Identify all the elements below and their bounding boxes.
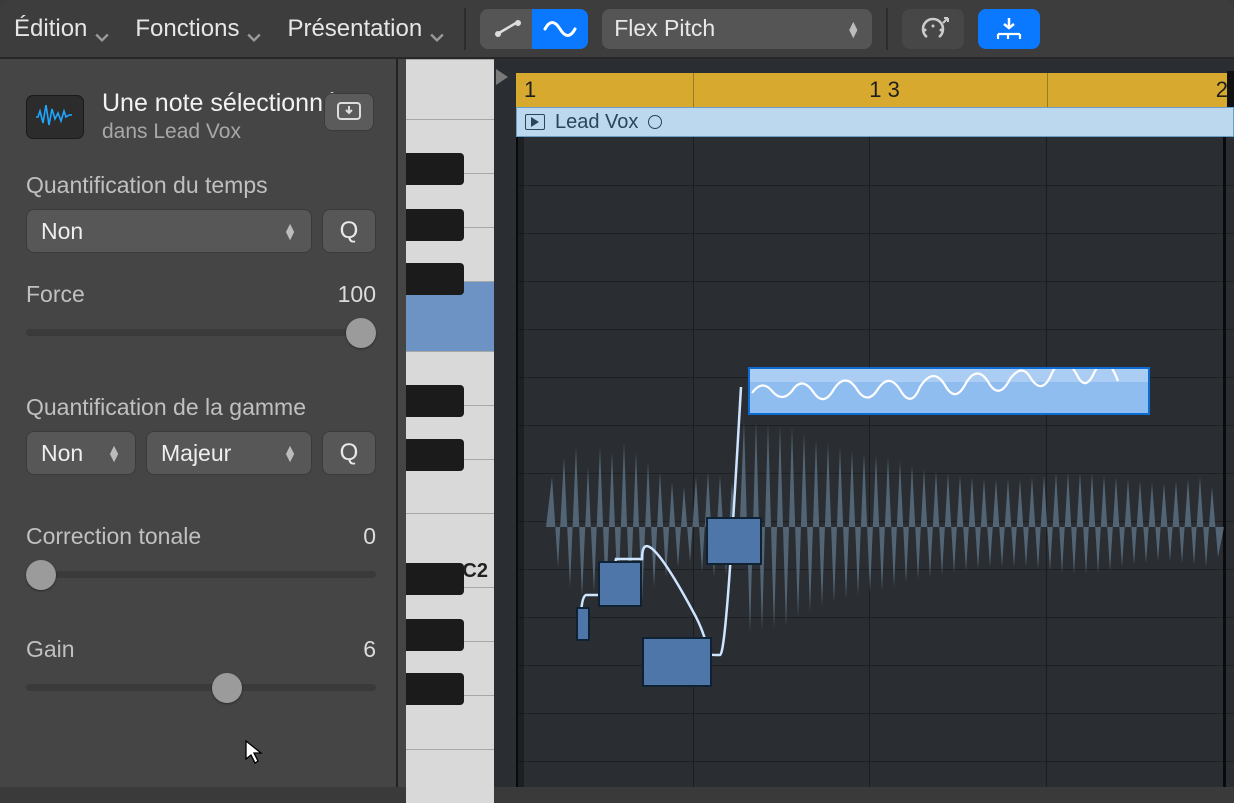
separator bbox=[464, 8, 466, 50]
octave-label: C2 bbox=[462, 560, 488, 583]
pitch-correction-value: 0 bbox=[363, 523, 376, 550]
force-value: 100 bbox=[338, 281, 376, 308]
inspector-download-button[interactable] bbox=[324, 93, 374, 131]
pitch-correction-label: Correction tonale bbox=[26, 523, 201, 550]
catch-playhead-icon bbox=[994, 16, 1024, 42]
chevron-down-icon bbox=[247, 22, 261, 36]
piano-black-key[interactable] bbox=[406, 209, 464, 241]
play-icon[interactable] bbox=[525, 114, 545, 130]
flex-mode-label: Flex Pitch bbox=[614, 15, 715, 42]
pitch-correction-slider[interactable] bbox=[26, 560, 376, 588]
editor-toolbar: Édition Fonctions Présentation Flex Pitc… bbox=[0, 0, 1234, 59]
pitch-note[interactable] bbox=[598, 561, 642, 607]
note-waveform bbox=[750, 369, 1148, 413]
flex-pitch-editor[interactable]: 1 1 3 2 Lead Vox bbox=[494, 59, 1234, 787]
menu-edit[interactable]: Édition bbox=[8, 11, 115, 47]
piano-black-key[interactable] bbox=[406, 439, 464, 471]
midi-out-button[interactable] bbox=[902, 9, 964, 49]
region-name: Lead Vox bbox=[555, 111, 638, 134]
loop-icon[interactable] bbox=[648, 115, 662, 129]
piano-black-key[interactable] bbox=[406, 153, 464, 185]
timeline-ruler[interactable]: 1 1 3 2 bbox=[516, 73, 1234, 107]
time-quantize-label: Quantification du temps bbox=[26, 172, 376, 199]
scale-quantize-label: Quantification de la gamme bbox=[26, 394, 376, 421]
flex-icon bbox=[543, 19, 577, 39]
inspector-panel: Une note sélectionnée dans Lead Vox Quan… bbox=[0, 59, 398, 787]
scale-mode-select[interactable]: Majeur ▲▼ bbox=[146, 431, 312, 475]
ruler-marker: 1 3 bbox=[869, 77, 900, 103]
scale-quantize-button[interactable]: Q bbox=[322, 431, 376, 475]
pitch-note[interactable] bbox=[706, 517, 762, 565]
pitch-note[interactable] bbox=[642, 637, 712, 687]
time-quantize-value: Non bbox=[41, 218, 83, 245]
piano-white-key[interactable] bbox=[406, 749, 494, 803]
gain-slider[interactable] bbox=[26, 673, 376, 701]
scale-key-select[interactable]: Non ▲▼ bbox=[26, 431, 136, 475]
time-quantize-select[interactable]: Non ▲▼ bbox=[26, 209, 312, 253]
menu-edit-label: Édition bbox=[14, 15, 87, 43]
chevron-down-icon bbox=[95, 22, 109, 36]
piano-black-key[interactable] bbox=[406, 673, 464, 705]
catch-playhead-button[interactable] bbox=[978, 9, 1040, 49]
mouse-cursor-icon bbox=[244, 739, 264, 765]
automation-toggle[interactable] bbox=[480, 9, 536, 49]
flex-toggle[interactable] bbox=[532, 9, 588, 49]
stepper-icon: ▲▼ bbox=[107, 445, 121, 461]
ruler-marker: 1 bbox=[524, 77, 536, 103]
scale-mode-value: Majeur bbox=[161, 440, 231, 467]
piano-keyboard[interactable]: C2 bbox=[398, 59, 494, 787]
track-audio-icon bbox=[26, 95, 84, 139]
pitch-note[interactable] bbox=[576, 607, 590, 641]
menu-view[interactable]: Présentation bbox=[281, 11, 450, 47]
slider-thumb[interactable] bbox=[26, 560, 56, 590]
stepper-icon: ▲▼ bbox=[846, 21, 860, 37]
piano-black-key[interactable] bbox=[406, 263, 464, 295]
gain-label: Gain bbox=[26, 636, 75, 663]
stepper-icon: ▲▼ bbox=[283, 445, 297, 461]
quantize-button[interactable]: Q bbox=[322, 209, 376, 253]
piano-black-key[interactable] bbox=[406, 619, 464, 651]
slider-thumb[interactable] bbox=[346, 318, 376, 348]
flex-mode-select[interactable]: Flex Pitch ▲▼ bbox=[602, 9, 872, 49]
inspector-subtitle: dans Lead Vox bbox=[102, 120, 351, 144]
menu-functions-label: Fonctions bbox=[135, 15, 239, 43]
disclosure-triangle-icon[interactable] bbox=[494, 65, 512, 94]
menu-functions[interactable]: Fonctions bbox=[129, 11, 267, 47]
piano-black-key[interactable] bbox=[406, 385, 464, 417]
piano-white-key[interactable] bbox=[406, 59, 494, 119]
scale-key-value: Non bbox=[41, 440, 83, 467]
force-slider[interactable] bbox=[26, 318, 376, 346]
region-header[interactable]: Lead Vox bbox=[516, 107, 1234, 137]
separator bbox=[886, 8, 888, 50]
gain-value: 6 bbox=[363, 636, 376, 663]
force-label: Force bbox=[26, 281, 85, 308]
menu-view-label: Présentation bbox=[287, 15, 422, 43]
slider-thumb[interactable] bbox=[212, 673, 242, 703]
download-icon bbox=[336, 101, 362, 123]
inspector-title: Une note sélectionnée bbox=[102, 89, 351, 118]
pitch-note-selected[interactable] bbox=[748, 367, 1150, 415]
midi-out-icon bbox=[915, 17, 951, 41]
chevron-down-icon bbox=[430, 22, 444, 36]
note-grid[interactable] bbox=[516, 137, 1234, 787]
stepper-icon: ▲▼ bbox=[283, 223, 297, 239]
automation-curve-icon bbox=[493, 19, 523, 39]
piano-black-key[interactable] bbox=[406, 563, 464, 595]
